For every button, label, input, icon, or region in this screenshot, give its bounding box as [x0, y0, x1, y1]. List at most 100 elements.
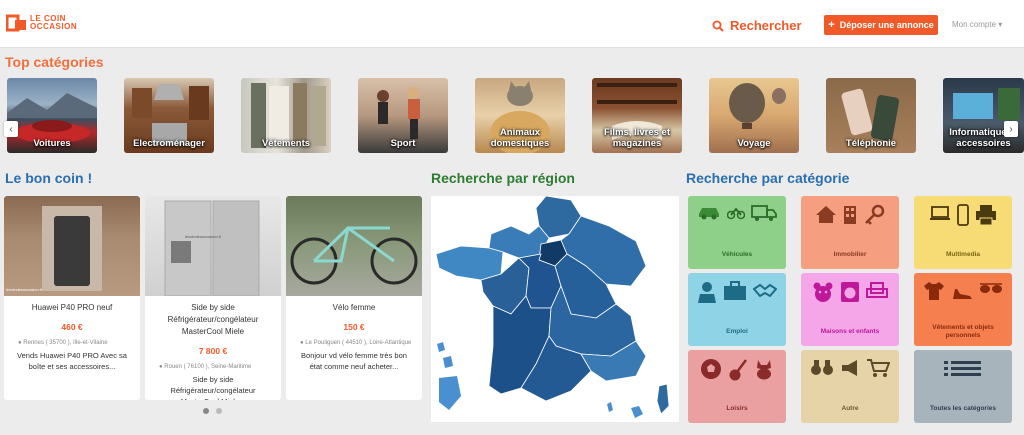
- category-card-voyage[interactable]: Voyage: [709, 78, 799, 153]
- category-tile-maisons-enfants[interactable]: Maisons et enfants: [801, 273, 899, 346]
- guitar-icon: [729, 359, 747, 381]
- tile-label: Toutes les catégories: [930, 405, 996, 412]
- category-card-animaux[interactable]: Animaux domestiques: [475, 78, 565, 153]
- listing-card[interactable]: lecoindesoccasion.fr Side by side Réfrig…: [145, 196, 281, 400]
- category-card-electromenager[interactable]: Electroménager: [124, 78, 214, 153]
- region-reunion[interactable]: [631, 406, 643, 418]
- pagination-dot[interactable]: [216, 408, 222, 414]
- listing-photo: lecoindesoccasion.fr: [145, 196, 281, 296]
- location-pin-icon: ●: [18, 340, 22, 346]
- handshake-icon: [753, 283, 777, 298]
- key-icon: [865, 204, 885, 225]
- region-guadeloupe[interactable]: [437, 342, 445, 352]
- post-ad-label: Déposer une annonce: [839, 20, 934, 30]
- carousel-prev-button[interactable]: ‹: [4, 121, 18, 137]
- plus-icon: +: [828, 19, 835, 31]
- carousel-next-button[interactable]: ›: [1004, 121, 1018, 137]
- tile-label: Immobilier: [833, 251, 867, 258]
- listing-title: Side by side Réfrigérateur/congélateur M…: [167, 303, 259, 336]
- listing-description: Side by side Réfrigérateur/congélateur M…: [170, 375, 256, 400]
- listing-title: Huawei P40 PRO neuf: [31, 303, 113, 312]
- site-logo[interactable]: LE COIN OCCASION: [5, 14, 78, 32]
- category-tile-multimedia[interactable]: Multimedia: [914, 196, 1012, 269]
- tile-label: Autre: [841, 405, 859, 412]
- tile-label: Loisirs: [726, 405, 748, 412]
- category-tile-loisirs[interactable]: Loisirs: [688, 350, 786, 423]
- laptop-icon: [930, 206, 950, 220]
- car-icon: [699, 208, 719, 220]
- region-guyane[interactable]: [439, 376, 461, 410]
- smartphone-icon: [957, 204, 969, 226]
- listing-photo: [286, 196, 422, 296]
- soccer-ball-icon: [701, 359, 721, 379]
- listing-card[interactable]: lecoindesoccasion.fr Huawei P40 PRO neuf…: [4, 196, 140, 400]
- list-icon: [944, 361, 981, 376]
- sunglasses-icon: [980, 283, 1002, 293]
- category-tile-immobilier[interactable]: Immobilier: [801, 196, 899, 269]
- france-map-svg: [435, 195, 670, 418]
- shopping-cart-icon: [867, 359, 890, 377]
- category-label: Electroménager: [133, 138, 205, 149]
- category-label: Voyage: [737, 138, 771, 149]
- listing-card[interactable]: Vélo femme 150 € ● Le Pouliguen ( 44510 …: [286, 196, 422, 400]
- chevron-left-icon: ‹: [9, 123, 13, 135]
- motorbike-icon: [727, 207, 745, 220]
- building-icon: [844, 206, 856, 224]
- listing-photo: lecoindesoccasion.fr: [4, 196, 140, 296]
- category-card-voitures[interactable]: Voitures: [7, 78, 97, 153]
- category-card-informatique[interactable]: Informatique et accessoires: [943, 78, 1024, 153]
- region-mayotte[interactable]: [607, 402, 613, 412]
- search-icon: [712, 20, 724, 32]
- shirt-icon: [924, 282, 944, 300]
- tile-label: Emploi: [726, 328, 748, 335]
- category-label: Animaux domestiques: [490, 127, 550, 149]
- listing-price: 150 €: [343, 322, 365, 332]
- region-bretagne[interactable]: [435, 245, 504, 281]
- listing-price: 7 800 €: [198, 346, 228, 356]
- region-search-title: Recherche par région: [431, 170, 575, 186]
- chevron-right-icon: ›: [1009, 123, 1013, 135]
- photo-watermark: lecoindesoccasion.fr: [185, 234, 222, 239]
- category-label: Téléphonie: [845, 138, 897, 149]
- tile-label: Multimedia: [946, 251, 980, 258]
- tile-label: Véhicules: [721, 251, 753, 258]
- category-label: Voitures: [33, 138, 71, 149]
- top-categories-title: Top catégories: [5, 54, 104, 70]
- region-martinique[interactable]: [443, 356, 453, 368]
- category-tile-vetements-objets[interactable]: Vêtements et objets personnels: [914, 273, 1012, 346]
- listing-location: Le Pouliguen ( 44510 ), Loire-Atlantique: [305, 340, 412, 346]
- category-card-sport[interactable]: Sport: [358, 78, 448, 153]
- person-icon: [698, 282, 716, 303]
- category-card-vetements[interactable]: Vêtements: [241, 78, 331, 153]
- top-header: LE COIN OCCASION Rechercher + Déposer un…: [0, 0, 1024, 48]
- region-corse[interactable]: [656, 383, 670, 415]
- post-ad-button[interactable]: + Déposer une annonce: [824, 15, 938, 35]
- category-tile-autre[interactable]: Autre: [801, 350, 899, 423]
- category-card-films-livres[interactable]: Films, livres et magazines: [592, 78, 682, 153]
- listing-description: Bonjour vd vélo femme très bon état comm…: [301, 351, 407, 371]
- category-card-telephonie[interactable]: Téléphonie: [826, 78, 916, 153]
- logo-line2: OCCASION: [30, 22, 78, 31]
- bike-image: [290, 226, 418, 285]
- briefcase-icon: [724, 281, 746, 300]
- category-tile-toutes[interactable]: Toutes les catégories: [914, 350, 1012, 423]
- megaphone-icon: [842, 360, 857, 376]
- listing-description: Vends Huawei P40 PRO Avec sa boîte et se…: [17, 351, 127, 371]
- cat-icon: [757, 360, 771, 380]
- binoculars-icon: [811, 360, 833, 375]
- search-label: Rechercher: [730, 18, 802, 33]
- high-heel-icon: [953, 289, 972, 299]
- logo-icon: [5, 14, 28, 32]
- washing-machine-icon: [841, 282, 859, 302]
- category-search-title: Recherche par catégorie: [686, 170, 850, 186]
- photo-watermark: lecoindesoccasion.fr: [6, 287, 43, 292]
- search-button[interactable]: Rechercher: [712, 18, 802, 33]
- armchair-icon: [866, 282, 888, 298]
- account-menu[interactable]: Mon compte ▾: [952, 20, 1002, 29]
- category-tile-vehicules[interactable]: Véhicules: [688, 196, 786, 269]
- fridge-image: [164, 200, 260, 296]
- pagination-dot[interactable]: [203, 408, 209, 414]
- category-tile-emploi[interactable]: Emploi: [688, 273, 786, 346]
- category-label: Vêtements: [261, 138, 311, 149]
- france-map: [431, 195, 679, 422]
